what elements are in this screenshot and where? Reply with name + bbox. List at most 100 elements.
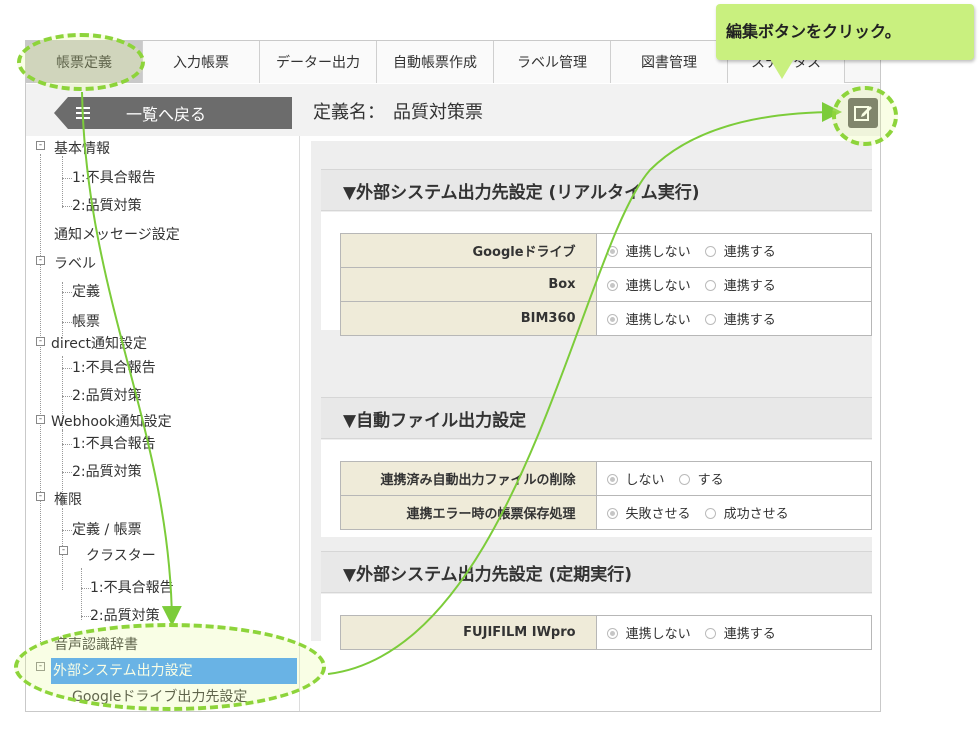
edit-button[interactable] [848, 98, 878, 128]
settings-tree: - 基本情報 1:不具合報告 2:品質対策 通知メッセージ設定 - ラベル 定義… [26, 136, 300, 711]
tree-basic-info[interactable]: 基本情報 [54, 139, 110, 159]
radio-googledrive-off[interactable] [606, 246, 618, 257]
setting-label: 連携エラー時の帳票保存処理 [340, 495, 597, 530]
collapse-toggle[interactable]: - [36, 415, 45, 424]
app-window: 帳票定義 入力帳票 データー出力 自動帳票作成 ラベル管理 図書管理 ステータス… [25, 40, 881, 712]
section-auto-file-panel: 連携済み自動出力ファイルの削除 しない する 連携エラー時の帳票保存処理 失敗さ… [321, 440, 873, 537]
option-label: 連携する [723, 627, 776, 642]
tree-line [62, 292, 72, 293]
table-row: 連携エラー時の帳票保存処理 失敗させる 成功させる [340, 495, 873, 530]
section-periodic-panel: FUJIFILM IWpro 連携しない 連携する [321, 594, 873, 650]
callout-tail [770, 59, 794, 79]
definition-name: 定義名： 品質対策票 [313, 94, 483, 128]
setting-value: 連携しない 連携する [595, 233, 873, 268]
tree-line [81, 568, 82, 620]
option-label: 失敗させる [625, 507, 691, 522]
setting-value: 連携しない 連携する [595, 615, 873, 650]
definition-name-value: 品質対策票 [393, 102, 483, 123]
collapse-toggle[interactable]: - [36, 337, 45, 346]
tree-line [62, 444, 72, 445]
radio-box-off[interactable] [606, 280, 618, 291]
edit-icon [854, 106, 872, 121]
radio-googledrive-on[interactable] [704, 246, 716, 257]
tree-external-system-output[interactable]: 外部システム出力設定 [51, 658, 297, 684]
definition-name-prefix: 定義名： [313, 102, 385, 123]
collapse-toggle[interactable]: - [59, 546, 68, 555]
tree-direct-notification[interactable]: direct通知設定 [51, 334, 147, 354]
tree-permissions[interactable]: 権限 [54, 490, 82, 510]
auto-file-settings-table: 連携済み自動出力ファイルの削除 しない する 連携エラー時の帳票保存処理 失敗さ… [340, 461, 873, 530]
table-row: FUJIFILM IWpro 連携しない 連携する [340, 615, 873, 650]
setting-value: しない する [595, 461, 873, 496]
radio-save-fail[interactable] [606, 508, 618, 519]
definition-header: 一覧へ戻る 定義名： 品質対策票 [26, 84, 880, 136]
setting-value: 連携しない 連携する [595, 301, 873, 336]
settings-content: ▼外部システム出力先設定 (リアルタイム実行) Googleドライブ 連携しない… [311, 141, 873, 650]
tree-line [62, 206, 72, 207]
radio-iwpro-on[interactable] [704, 628, 716, 639]
tab-data-output[interactable]: データー出力 [260, 41, 377, 83]
option-label: する [697, 473, 724, 488]
list-icon [76, 107, 90, 119]
radio-delete-on[interactable] [678, 474, 690, 485]
radio-bim360-off[interactable] [606, 314, 618, 325]
collapse-toggle[interactable]: - [36, 662, 45, 671]
tree-direct-defect-report[interactable]: 1:不具合報告 [72, 358, 156, 378]
tree-basic-quality-measures[interactable]: 2:品質対策 [72, 196, 142, 216]
section-realtime-panel: Googleドライブ 連携しない 連携する Box 連携しない 連携する BIM… [321, 212, 873, 336]
section-periodic-title: ▼外部システム出力先設定 (定期実行) [321, 551, 872, 593]
tree-line [62, 530, 72, 531]
tree-label[interactable]: ラベル [54, 254, 96, 274]
option-label: 連携しない [625, 279, 691, 294]
tab-document-management[interactable]: 図書管理 [611, 41, 728, 83]
tree-line [62, 472, 72, 473]
tree-webhook-notification[interactable]: Webhook通知設定 [51, 412, 172, 432]
setting-label: FUJIFILM IWpro [340, 615, 597, 650]
tree-cluster-defect-report[interactable]: 1:不具合報告 [90, 578, 174, 598]
section-auto-file-title: ▼自動ファイル出力設定 [321, 397, 872, 439]
radio-delete-off[interactable] [606, 474, 618, 485]
radio-iwpro-off[interactable] [606, 628, 618, 639]
tree-line [62, 156, 63, 208]
option-label: 連携しない [625, 313, 691, 328]
tab-form-definition[interactable]: 帳票定義 [26, 41, 143, 83]
tree-cluster[interactable]: クラスター [86, 546, 156, 566]
tree-webhook-defect-report[interactable]: 1:不具合報告 [72, 434, 156, 454]
option-label: 連携しない [625, 627, 691, 642]
table-row: Box 連携しない 連携する [340, 267, 873, 302]
radio-bim360-on[interactable] [704, 314, 716, 325]
instruction-callout: 編集ボタンをクリック。 [716, 4, 974, 60]
tree-label-definition[interactable]: 定義 [72, 282, 100, 302]
option-label: 連携する [723, 245, 776, 260]
table-row: BIM360 連携しない 連携する [340, 301, 873, 336]
tree-line [62, 396, 72, 397]
periodic-settings-table: FUJIFILM IWpro 連携しない 連携する [340, 615, 873, 650]
tree-webhook-quality-measures[interactable]: 2:品質対策 [72, 462, 142, 482]
tab-label-management[interactable]: ラベル管理 [494, 41, 611, 83]
tree-voice-dictionary[interactable]: 音声認識辞書 [54, 635, 138, 655]
tree-basic-defect-report[interactable]: 1:不具合報告 [72, 168, 156, 188]
tree-line [62, 178, 72, 179]
collapse-toggle[interactable]: - [36, 141, 45, 150]
realtime-settings-table: Googleドライブ 連携しない 連携する Box 連携しない 連携する BIM… [340, 233, 873, 336]
tree-cluster-quality-measures[interactable]: 2:品質対策 [90, 606, 160, 626]
tab-auto-form-creation[interactable]: 自動帳票作成 [377, 41, 494, 83]
option-label: 成功させる [723, 507, 789, 522]
radio-box-on[interactable] [704, 280, 716, 291]
tab-input-forms[interactable]: 入力帳票 [143, 41, 260, 83]
radio-save-success[interactable] [704, 508, 716, 519]
setting-label: Googleドライブ [340, 233, 597, 268]
option-label: 連携する [723, 313, 776, 328]
collapse-toggle[interactable]: - [36, 256, 45, 265]
tree-line [40, 154, 41, 642]
tree-notification-message[interactable]: 通知メッセージ設定 [54, 225, 180, 245]
option-label: しない [625, 473, 665, 488]
collapse-toggle[interactable]: - [36, 492, 45, 501]
back-to-list-button[interactable]: 一覧へ戻る [54, 97, 292, 129]
setting-label: Box [340, 267, 597, 302]
setting-value: 連携しない 連携する [595, 267, 873, 302]
tree-google-drive-output[interactable]: Googleドライブ出力先設定 [72, 687, 247, 707]
tree-direct-quality-measures[interactable]: 2:品質対策 [72, 386, 142, 406]
tree-permissions-definition-form[interactable]: 定義 / 帳票 [72, 520, 142, 540]
tree-label-form[interactable]: 帳票 [72, 312, 100, 332]
